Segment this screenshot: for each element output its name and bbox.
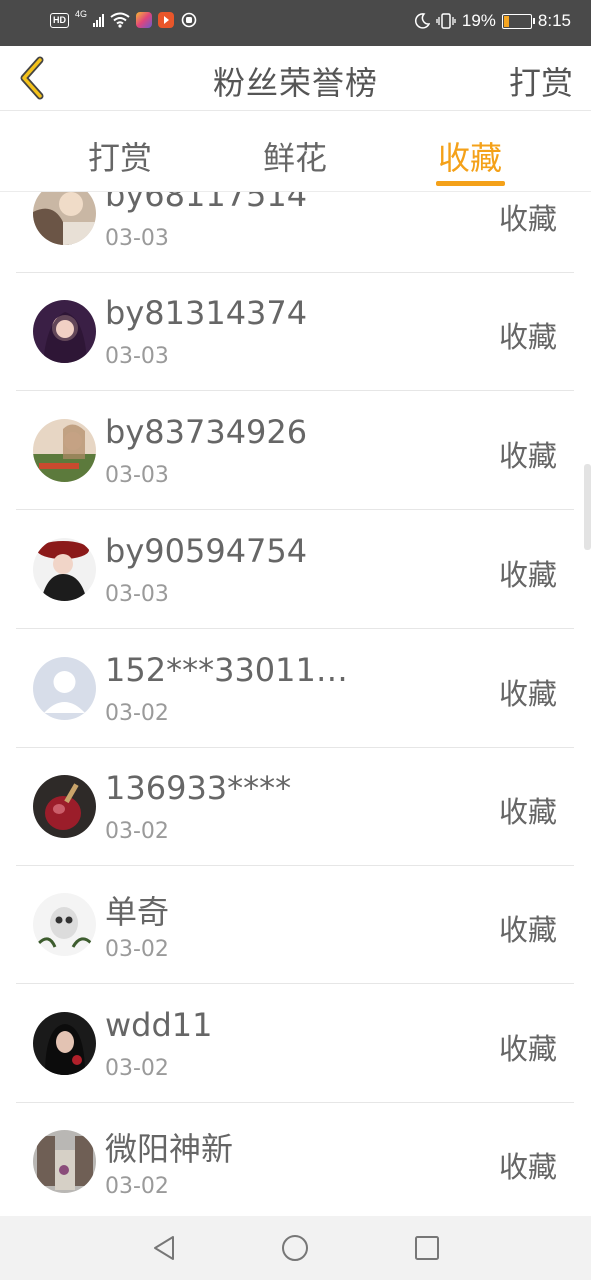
scrollbar[interactable] <box>584 464 591 550</box>
header: 粉丝荣誉榜 打赏 <box>0 46 591 111</box>
moon-icon <box>414 13 430 29</box>
action-label: 收藏 <box>498 677 557 711</box>
default-avatar <box>33 657 96 720</box>
list-item[interactable]: by81314374 03-03 收藏 <box>16 272 574 391</box>
page-title: 粉丝荣誉榜 <box>212 64 378 102</box>
avatar <box>33 192 96 245</box>
date: 03-03 <box>105 226 169 251</box>
list-item[interactable]: 单奇 03-02 收藏 <box>16 865 574 984</box>
action-label: 收藏 <box>498 320 557 354</box>
signal-icon <box>93 13 105 27</box>
list-item[interactable]: 136933**** 03-02 收藏 <box>16 747 574 866</box>
battery-icon <box>501 13 535 29</box>
date: 03-02 <box>105 1056 169 1081</box>
action-label: 收藏 <box>498 202 557 236</box>
fan-list[interactable]: by68117514 03-03 收藏 by81314374 03-03 收藏 … <box>16 192 574 1215</box>
avatar <box>33 775 96 838</box>
network-type: 4G <box>75 9 88 19</box>
action-label: 收藏 <box>498 1032 557 1066</box>
active-tab-indicator <box>436 181 505 186</box>
list-item[interactable]: by83734926 03-03 收藏 <box>16 391 574 510</box>
list-item[interactable]: wdd11 03-02 收藏 <box>16 984 574 1103</box>
avatar <box>33 419 96 482</box>
avatar <box>33 538 96 601</box>
action-label: 收藏 <box>498 913 557 947</box>
battery-percent: 19% <box>461 11 496 30</box>
square-recent-icon[interactable] <box>412 1233 442 1263</box>
list-item[interactable]: by90594754 03-03 收藏 <box>16 510 574 629</box>
user-name: wdd11 <box>105 1006 213 1044</box>
action-label: 收藏 <box>498 439 557 473</box>
clock: 8:15 <box>537 11 571 30</box>
list-item[interactable]: 微阳神新 03-02 收藏 <box>16 1102 574 1215</box>
user-name: by68117514 <box>105 192 308 214</box>
wifi-icon <box>110 12 130 28</box>
circle-home-icon[interactable] <box>280 1233 310 1263</box>
user-name: 136933**** <box>105 769 292 807</box>
hand-icon <box>181 12 197 28</box>
list-item[interactable]: 152***33011… 03-02 收藏 <box>16 629 574 748</box>
tab-collect[interactable]: 收藏 <box>410 133 530 179</box>
user-name: 微阳神新 <box>105 1130 234 1168</box>
avatar <box>33 1130 96 1193</box>
action-label: 收藏 <box>498 795 557 829</box>
user-name: 152***33011… <box>105 651 348 689</box>
date: 03-03 <box>105 344 169 369</box>
status-bar: HD 4G 19% 8:15 <box>0 0 591 46</box>
date: 03-02 <box>105 1174 169 1199</box>
video-app-icon <box>158 12 175 28</box>
date: 03-02 <box>105 937 169 962</box>
tab-bar: 打赏 鲜花 收藏 <box>0 111 591 192</box>
date: 03-03 <box>105 582 169 607</box>
avatar <box>33 893 96 956</box>
system-nav-bar <box>0 1216 591 1280</box>
tab-flowers[interactable]: 鲜花 <box>235 133 355 179</box>
vibrate-icon <box>436 13 456 29</box>
reward-button[interactable]: 打赏 <box>509 58 573 104</box>
hd-indicator: HD <box>50 12 69 28</box>
date: 03-03 <box>105 463 169 488</box>
user-name: 单奇 <box>105 893 170 931</box>
app-notification-icon <box>136 12 153 28</box>
action-label: 收藏 <box>498 558 557 592</box>
tab-reward[interactable]: 打赏 <box>60 133 180 179</box>
list-item[interactable]: by68117514 03-03 收藏 <box>16 192 574 273</box>
avatar <box>33 1012 96 1075</box>
triangle-back-icon[interactable] <box>150 1233 180 1263</box>
avatar <box>33 300 96 363</box>
user-name: by90594754 <box>105 532 308 570</box>
date: 03-02 <box>105 819 169 844</box>
user-name: by83734926 <box>105 413 308 451</box>
action-label: 收藏 <box>498 1150 557 1184</box>
user-name: by81314374 <box>105 294 308 332</box>
date: 03-02 <box>105 701 169 726</box>
